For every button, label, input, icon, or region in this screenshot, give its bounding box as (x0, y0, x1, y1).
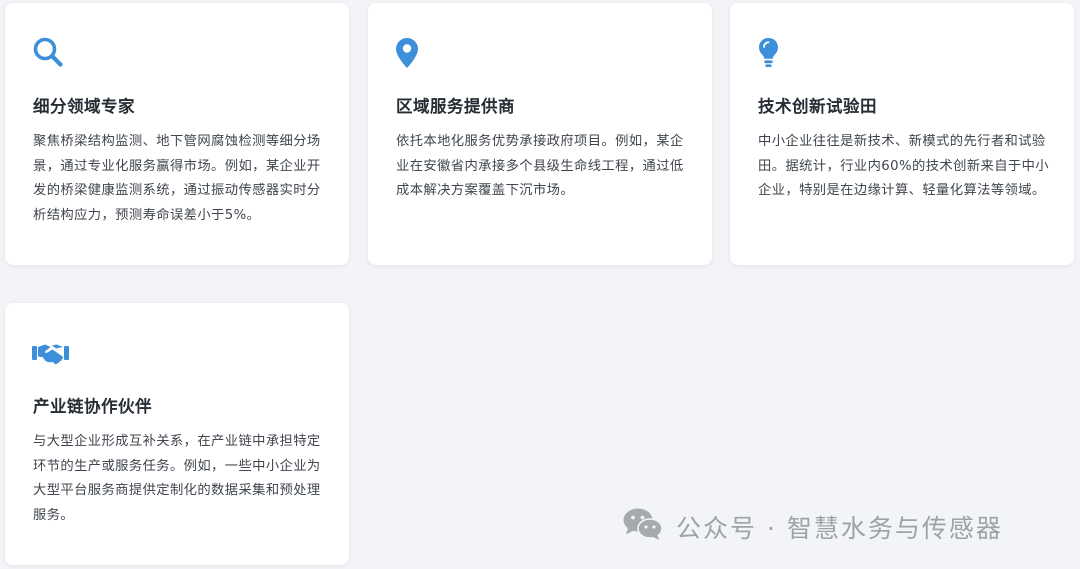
card-title: 区域服务提供商 (396, 97, 515, 116)
card-description: 中小企业往往是新技术、新模式的先行者和试验田。据统计，行业内60%的技术创新来自… (758, 134, 1049, 198)
card-description: 依托本地化服务优势承接政府项目。例如，某企业在安徽省内承接多个县级生命线工程，通… (396, 134, 684, 198)
card-title: 细分领域专家 (33, 97, 135, 116)
map-pin-icon (394, 35, 430, 71)
card-description: 与大型企业形成互补关系，在产业链中承担特定环节的生产或服务任务。例如，一些中小企… (33, 434, 321, 523)
handshake-icon (31, 335, 69, 371)
card-niche-expert: 细分领域专家 聚焦桥梁结构监测、地下管网腐蚀检测等细分场景，通过专业化服务赢得市… (5, 3, 349, 265)
card-industry-partner: 产业链协作伙伴 与大型企业形成互补关系，在产业链中承担特定环节的生产或服务任务。… (5, 303, 349, 565)
card-title: 技术创新试验田 (758, 97, 877, 116)
wechat-icon (622, 506, 676, 548)
card-regional-provider: 区域服务提供商 依托本地化服务优势承接政府项目。例如，某企业在安徽省内承接多个县… (368, 3, 712, 265)
watermark-text: 公众号 · 智慧水务与传感器 (676, 514, 1003, 543)
lightbulb-icon (756, 35, 792, 71)
watermark: 公众号 · 智慧水务与传感器 (622, 505, 1003, 549)
search-icon (31, 35, 67, 71)
card-title: 产业链协作伙伴 (33, 397, 152, 416)
card-description: 聚焦桥梁结构监测、地下管网腐蚀检测等细分场景，通过专业化服务赢得市场。例如，某企… (33, 134, 321, 223)
card-innovation-testbed: 技术创新试验田 中小企业往往是新技术、新模式的先行者和试验田。据统计，行业内60… (730, 3, 1074, 265)
